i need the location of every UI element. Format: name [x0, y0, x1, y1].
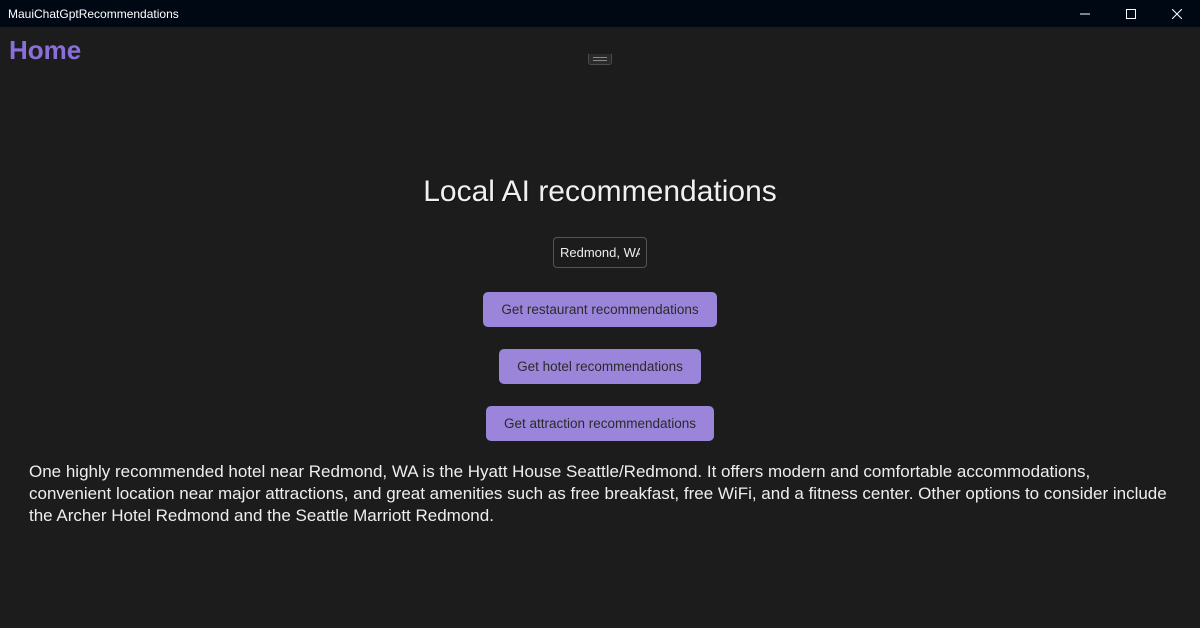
- get-restaurant-recommendations-button[interactable]: Get restaurant recommendations: [483, 292, 716, 327]
- minimize-icon: [1080, 9, 1090, 19]
- recommendations-result: One highly recommended hotel near Redmon…: [29, 461, 1171, 527]
- window-title: MauiChatGptRecommendations: [8, 7, 179, 21]
- handle-line-icon: [593, 60, 607, 61]
- main-area: Local AI recommendations Get restaurant …: [0, 27, 1200, 463]
- maximize-icon: [1126, 9, 1136, 19]
- location-input[interactable]: [553, 237, 647, 268]
- page-title: Home: [9, 35, 81, 66]
- drag-handle[interactable]: [588, 54, 612, 65]
- content-area: Home Local AI recommendations Get restau…: [0, 27, 1200, 628]
- close-button[interactable]: [1154, 0, 1200, 27]
- handle-line-icon: [593, 57, 607, 58]
- window-controls: [1062, 0, 1200, 27]
- get-hotel-recommendations-button[interactable]: Get hotel recommendations: [499, 349, 701, 384]
- main-heading: Local AI recommendations: [423, 175, 777, 209]
- get-attraction-recommendations-button[interactable]: Get attraction recommendations: [486, 406, 714, 441]
- minimize-button[interactable]: [1062, 0, 1108, 27]
- titlebar: MauiChatGptRecommendations: [0, 0, 1200, 27]
- close-icon: [1172, 9, 1182, 19]
- maximize-button[interactable]: [1108, 0, 1154, 27]
